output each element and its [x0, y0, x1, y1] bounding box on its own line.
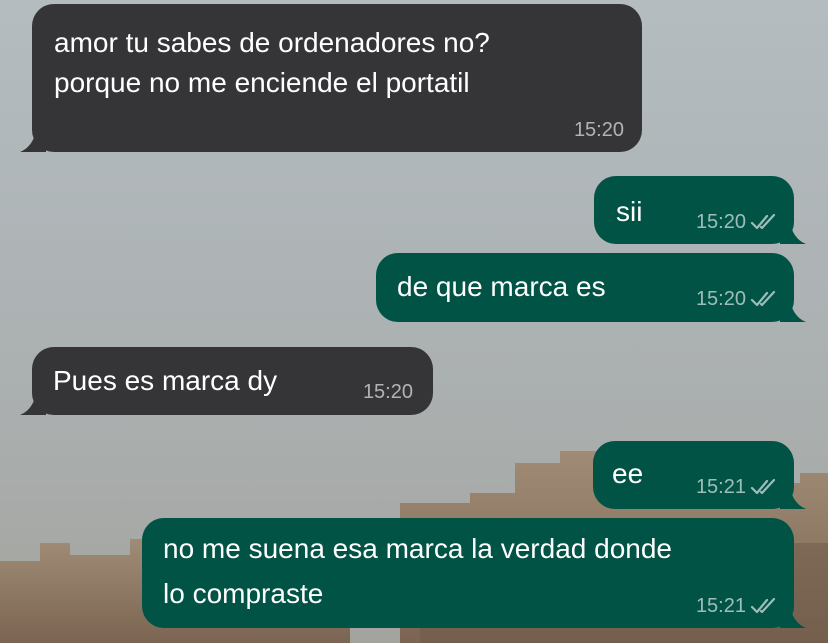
message-text-line: porque no me enciende el portatil	[54, 67, 470, 98]
message-text-line: de que marca es	[397, 271, 606, 302]
double-check-icon	[750, 597, 776, 614]
outgoing-message-bubble[interactable]: de que marca es 15:20	[376, 253, 806, 322]
message-meta: 15:20	[696, 210, 778, 234]
message-timestamp: 15:20	[695, 288, 746, 310]
message-meta: 15:21	[696, 475, 778, 499]
message-timestamp: 15:21	[695, 476, 746, 498]
message-meta: 15:20	[363, 380, 413, 404]
message-meta: 15:21	[696, 594, 778, 618]
bubble-tail-icon	[20, 126, 46, 152]
outgoing-message-bubble[interactable]: ee 15:21	[593, 441, 806, 509]
message-timestamp: 15:20	[362, 381, 413, 403]
bubble-tail-icon	[780, 296, 806, 322]
message-text-line: Pues es marca dy	[53, 365, 278, 396]
incoming-message-bubble[interactable]: amor tu sabes de ordenadores no? porque …	[20, 4, 642, 152]
message-timestamp: 15:20	[695, 211, 746, 233]
bubble-tail-icon	[780, 483, 806, 509]
double-check-icon	[750, 478, 776, 495]
message-text-line: amor tu sabes de ordenadores no?	[54, 27, 490, 58]
incoming-message-bubble[interactable]: Pues es marca dy 15:20	[20, 347, 433, 415]
message-text-line: lo compraste	[163, 578, 324, 609]
message-text-line: sii	[616, 196, 643, 227]
message-text-line: ee	[612, 458, 644, 489]
message-timestamp: 15:20	[573, 119, 624, 141]
bubble-tail-icon	[780, 602, 806, 628]
outgoing-message-bubble[interactable]: no me suena esa marca la verdad donde lo…	[142, 518, 806, 628]
bubble-tail-icon	[780, 218, 806, 244]
bubble-tail-icon	[20, 389, 46, 415]
message-meta: 15:20	[696, 287, 778, 311]
message-meta: 15:20	[574, 118, 624, 142]
outgoing-message-bubble[interactable]: sii 15:20	[594, 176, 806, 244]
double-check-icon	[750, 290, 776, 307]
message-timestamp: 15:21	[695, 595, 746, 617]
double-check-icon	[750, 213, 776, 230]
message-text-line: no me suena esa marca la verdad donde	[163, 533, 672, 564]
